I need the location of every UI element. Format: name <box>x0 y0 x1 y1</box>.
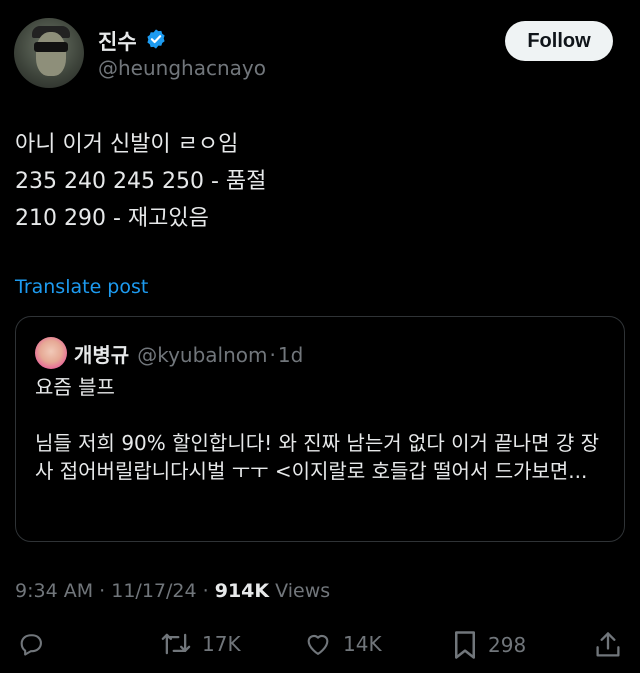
repost-icon <box>160 630 192 658</box>
author-display-name[interactable]: 진수 <box>98 26 137 56</box>
tweet-line: 아니 이거 신발이 ㄹㅇ임 <box>15 132 239 157</box>
share-icon <box>594 630 622 660</box>
quoted-tweet-text: 요즘 블프 님들 저희 90% 할인합니다! 와 진짜 남는거 없다 이거 끝나… <box>35 373 615 485</box>
tweet-date[interactable]: 11/17/24 <box>111 580 196 602</box>
tweet-line: 210 290 - 재고있음 <box>15 206 209 231</box>
quoted-author-avatar <box>35 337 67 369</box>
author-name-row: 진수 <box>98 26 167 56</box>
follow-button[interactable]: Follow <box>505 21 613 61</box>
translate-post-link[interactable]: Translate post <box>15 276 148 298</box>
quoted-time: 1d <box>277 343 304 367</box>
tweet-text: 아니 이거 신발이 ㄹㅇ임 235 240 245 250 - 품절 210 2… <box>15 126 266 237</box>
reply-icon <box>17 630 45 658</box>
verified-check-icon <box>145 28 167 54</box>
quoted-author-handle: @kyubalnom <box>137 343 268 367</box>
like-count: 14K <box>343 632 382 656</box>
bookmark-count: 298 <box>488 633 527 657</box>
author-handle[interactable]: @heunghacnayo <box>98 56 266 80</box>
quoted-tweet-card[interactable]: 개병규 @kyubalnom · 1d 요즘 블프 님들 저희 90% 할인합니… <box>15 316 625 542</box>
heart-icon <box>303 630 333 658</box>
author-avatar[interactable] <box>14 18 84 88</box>
meta-separator: · <box>202 580 215 602</box>
repost-button[interactable]: 17K <box>160 630 241 658</box>
quoted-paragraph: 요즘 블프 <box>35 375 115 399</box>
repost-count: 17K <box>202 632 241 656</box>
quoted-paragraph: 님들 저희 90% 할인합니다! 와 진짜 남는거 없다 이거 끝나면 걍 장사… <box>35 431 600 483</box>
quoted-author-row: 개병규 @kyubalnom · 1d <box>74 339 303 368</box>
quoted-author-name: 개병규 <box>74 343 130 367</box>
tweet-meta-row: 9:34 AM · 11/17/24 · 914K Views <box>15 580 330 602</box>
quoted-meta-separator: · <box>269 343 276 367</box>
tweet-time[interactable]: 9:34 AM <box>15 580 93 602</box>
share-button[interactable] <box>594 630 622 660</box>
tweet-line: 235 240 245 250 - 품절 <box>15 169 267 194</box>
meta-separator: · <box>99 580 112 602</box>
bookmark-icon <box>452 630 478 660</box>
views-label: Views <box>275 580 331 602</box>
avatar-glasses <box>34 42 68 52</box>
views-count: 914K <box>214 580 270 602</box>
bookmark-button[interactable]: 298 <box>452 630 526 660</box>
avatar-face <box>36 32 66 76</box>
like-button[interactable]: 14K <box>303 630 382 658</box>
reply-button[interactable] <box>17 630 45 658</box>
